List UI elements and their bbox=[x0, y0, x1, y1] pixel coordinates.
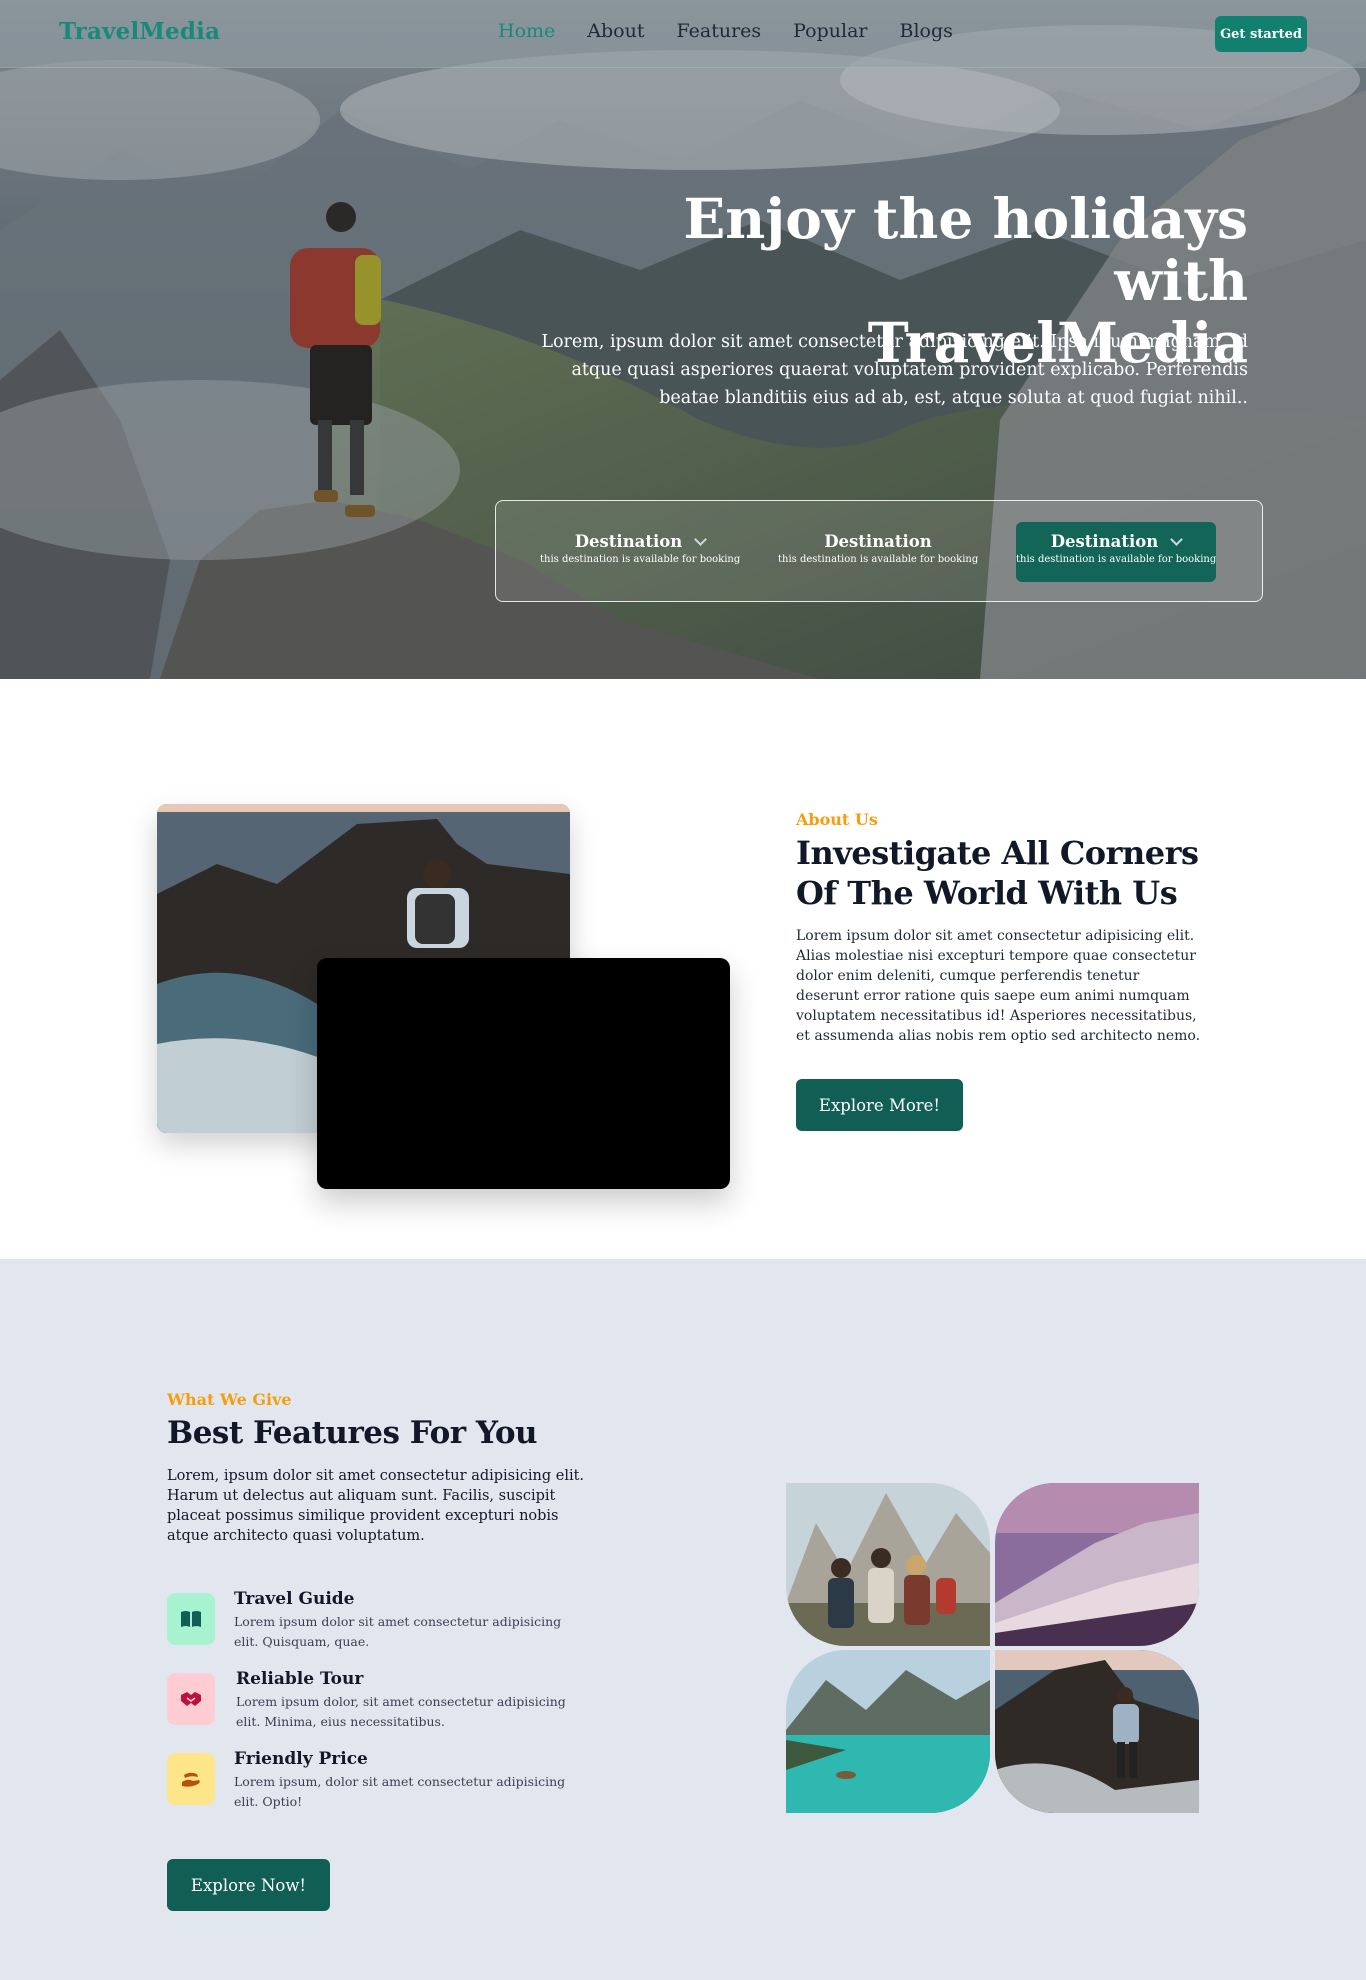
destination-desc: this destination is available for bookin… bbox=[778, 554, 979, 565]
nav-links: Home About Features Popular Blogs bbox=[498, 20, 953, 42]
get-started-button[interactable]: Get started bbox=[1215, 16, 1307, 52]
gallery-photo-hikers bbox=[786, 1483, 990, 1646]
gallery-photo-coast bbox=[995, 1650, 1199, 1813]
about-section: About Us Investigate All Corners Of The … bbox=[0, 679, 1366, 1259]
feature-desc: Lorem ipsum dolor, sit amet consectetur … bbox=[236, 1694, 566, 1729]
feature-name: Travel Guide bbox=[234, 1589, 355, 1609]
handshake-icon bbox=[167, 1673, 215, 1725]
explore-more-button[interactable]: Explore More! bbox=[796, 1079, 963, 1131]
feature-friendly-price: Friendly Price Lorem ipsum, dolor sit am… bbox=[167, 1749, 587, 1809]
feature-reliable-tour: Reliable Tour Lorem ipsum dolor, sit ame… bbox=[167, 1669, 587, 1729]
chevron-down-icon bbox=[694, 532, 708, 546]
booking-bar: Destination this destination is availabl… bbox=[495, 500, 1263, 602]
destination-desc: this destination is available for bookin… bbox=[1016, 554, 1217, 565]
book-icon bbox=[167, 1593, 215, 1645]
feature-gallery bbox=[786, 1483, 1199, 1813]
features-section: What We Give Best Features For You Lorem… bbox=[0, 1259, 1366, 1980]
destination-select-1[interactable]: Destination this destination is availabl… bbox=[540, 522, 740, 582]
explore-now-button[interactable]: Explore Now! bbox=[167, 1859, 330, 1911]
about-text: Lorem ipsum dolor sit amet consectetur a… bbox=[796, 928, 1201, 1044]
features-title: Best Features For You bbox=[167, 1415, 538, 1451]
destination-title: Destination bbox=[824, 532, 932, 551]
feature-name: Friendly Price bbox=[234, 1749, 368, 1769]
hero-section: TravelMedia Home About Features Popular … bbox=[0, 0, 1366, 679]
features-kicker: What We Give bbox=[167, 1390, 292, 1409]
destination-select-2[interactable]: Destination this destination is availabl… bbox=[778, 522, 978, 582]
feature-name: Reliable Tour bbox=[236, 1669, 364, 1689]
nav-link-about[interactable]: About bbox=[587, 20, 644, 42]
destination-select-3[interactable]: Destination this destination is availabl… bbox=[1016, 522, 1216, 582]
chevron-down-icon bbox=[1170, 532, 1184, 546]
feature-desc: Lorem ipsum, dolor sit amet consectetur … bbox=[234, 1774, 566, 1809]
feature-travel-guide: Travel Guide Lorem ipsum dolor sit amet … bbox=[167, 1589, 587, 1649]
destination-title: Destination bbox=[574, 532, 683, 551]
destination-desc: this destination is available for bookin… bbox=[540, 554, 741, 565]
feature-desc: Lorem ipsum dolor sit amet consectetur a… bbox=[234, 1614, 562, 1649]
nav-link-blogs[interactable]: Blogs bbox=[900, 20, 953, 42]
about-kicker: About Us bbox=[796, 810, 878, 829]
features-text: Lorem, ipsum dolor sit amet consectetur … bbox=[167, 1468, 585, 1544]
nav-link-popular[interactable]: Popular bbox=[793, 20, 867, 42]
top-navbar: TravelMedia Home About Features Popular … bbox=[0, 0, 1366, 68]
hero-subtitle: Lorem, ipsum dolor sit amet consectetur … bbox=[541, 332, 1248, 408]
nav-link-features[interactable]: Features bbox=[676, 20, 761, 42]
hand-coin-icon bbox=[167, 1753, 215, 1805]
hero-title-line1: Enjoy the holidays with bbox=[683, 186, 1248, 313]
destination-title: Destination bbox=[1050, 532, 1159, 551]
gallery-photo-lake bbox=[786, 1650, 990, 1813]
video-player[interactable] bbox=[317, 958, 730, 1189]
gallery-photo-santorini bbox=[995, 1483, 1199, 1646]
about-title: Investigate All Corners Of The World Wit… bbox=[796, 834, 1199, 912]
brand-logo[interactable]: TravelMedia bbox=[59, 18, 220, 45]
nav-link-home[interactable]: Home bbox=[498, 20, 555, 42]
